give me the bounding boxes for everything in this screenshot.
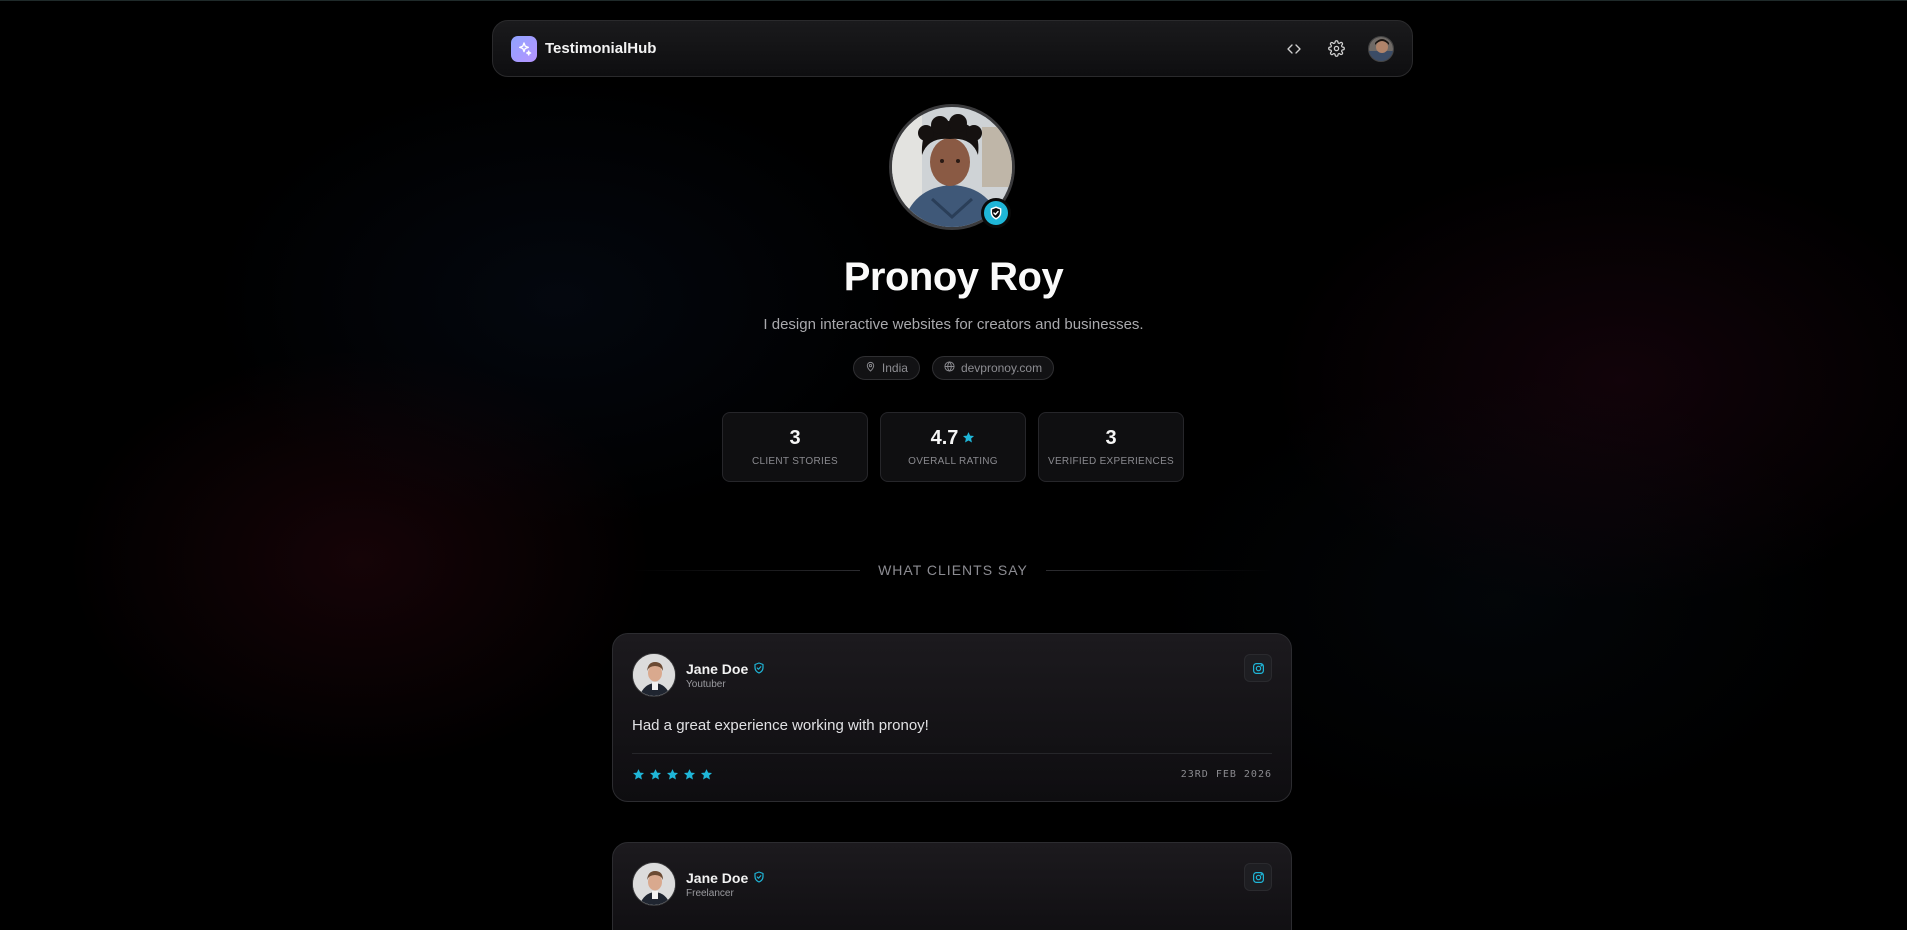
instagram-icon[interactable] (1244, 863, 1272, 891)
star-icon (700, 768, 713, 786)
testimonial-date: 23RD FEB 2026 (1180, 769, 1272, 780)
gear-icon[interactable] (1326, 39, 1346, 59)
stat-label: VERIFIED EXPERIENCES (1047, 456, 1175, 467)
star-icon (666, 768, 679, 786)
client-name-row: Jane Doe (686, 661, 765, 677)
testimonial-header: Jane Doe Youtuber (632, 653, 765, 697)
rating-stars (632, 768, 713, 786)
top-navbar: TestimonialHub (492, 20, 1413, 77)
profile-name: Pronoy Roy (843, 255, 1064, 299)
client-avatar (632, 653, 676, 697)
verified-icon (753, 870, 765, 886)
verified-shield-icon (981, 198, 1011, 228)
client-role: Youtuber (686, 678, 726, 690)
stat-overall-rating: 4.7 OVERALL RATING (880, 412, 1026, 482)
divider-right (1045, 569, 1274, 571)
stat-verified-experiences: 3 VERIFIED EXPERIENCES (1038, 412, 1184, 482)
client-avatar (632, 862, 676, 906)
stats-row: 3 CLIENT STORIES 4.7 OVERALL RATING 3 VE… (722, 412, 1184, 482)
client-meta: Jane Doe Youtuber (686, 661, 765, 690)
globe-icon (944, 361, 955, 375)
profile-chips: India devpronoy.com (0, 356, 1907, 380)
client-name-row: Jane Doe (686, 870, 765, 886)
client-name: Jane Doe (686, 660, 749, 677)
location-text: India (881, 361, 908, 375)
client-role: Freelancer (686, 887, 734, 899)
stat-value: 4.7 (931, 427, 976, 450)
section-header: WHAT CLIENTS SAY (632, 560, 1274, 580)
sparkles-icon[interactable] (511, 35, 537, 62)
location-chip: India (852, 356, 920, 380)
instagram-icon[interactable] (1244, 654, 1272, 682)
user-avatar[interactable] (1368, 35, 1394, 62)
star-icon (962, 427, 975, 450)
code-icon[interactable] (1284, 39, 1304, 59)
brand-name[interactable]: TestimonialHub (545, 40, 656, 57)
star-icon (649, 768, 662, 786)
testimonial-text: Had a great experience working with pron… (632, 717, 929, 734)
map-pin-icon (865, 361, 876, 375)
testimonial-header: Jane Doe Freelancer (632, 862, 765, 906)
testimonial-card[interactable]: Jane Doe Youtuber Had a great experience… (612, 633, 1292, 802)
card-divider (632, 753, 1272, 754)
section-title: WHAT CLIENTS SAY (878, 562, 1028, 578)
stat-label: CLIENT STORIES (751, 456, 839, 467)
profile-bio: I design interactive websites for creato… (763, 316, 1144, 333)
stat-label: OVERALL RATING (908, 456, 998, 467)
stat-value: 3 (1105, 427, 1117, 449)
website-link[interactable]: devpronoy.com (961, 361, 1042, 375)
star-icon (683, 768, 696, 786)
client-meta: Jane Doe Freelancer (686, 870, 765, 899)
top-border (0, 0, 1907, 1)
stat-value: 3 (789, 427, 801, 449)
star-icon (632, 768, 645, 786)
website-chip[interactable]: devpronoy.com (931, 356, 1055, 380)
testimonial-card[interactable]: Jane Doe Freelancer (612, 842, 1292, 930)
divider-left (632, 569, 861, 571)
stat-client-stories: 3 CLIENT STORIES (722, 412, 868, 482)
client-name: Jane Doe (686, 869, 749, 886)
profile-avatar-wrap (889, 104, 1015, 230)
navbar-actions (1284, 35, 1394, 62)
verified-icon (753, 661, 765, 677)
